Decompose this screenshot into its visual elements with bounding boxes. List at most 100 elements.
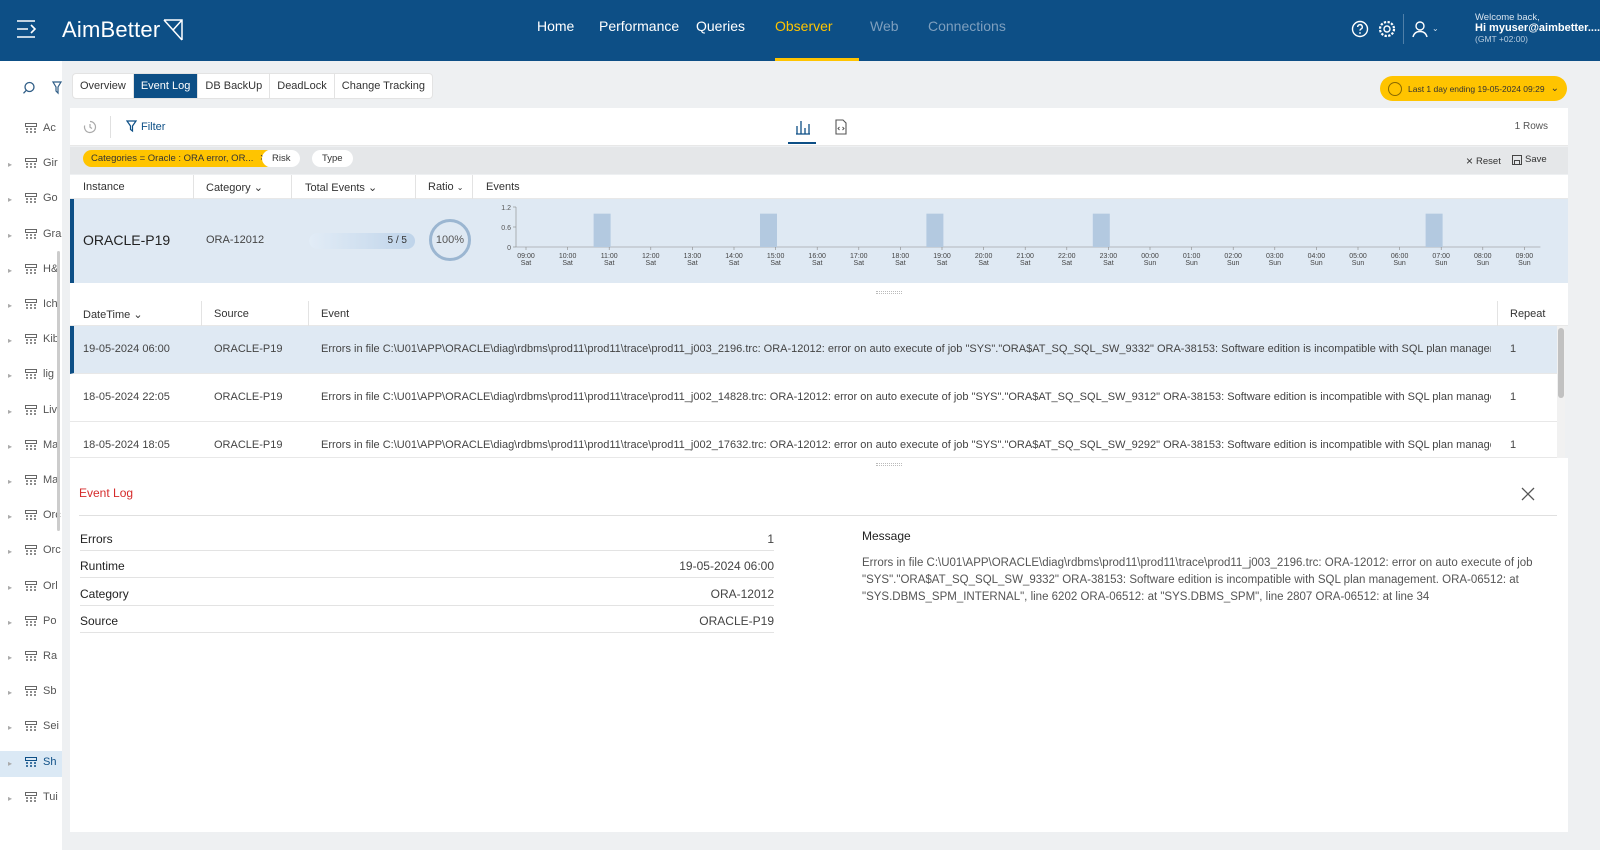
top-bar: AimBetter Home Performance Queries Obser… <box>0 0 1600 61</box>
sidebar-item[interactable]: ▸ Liv <box>0 399 62 425</box>
sidebar-item[interactable]: ▸ Gir <box>0 152 62 178</box>
sidebar-item[interactable]: ▸ Go <box>0 187 62 213</box>
events-scrollbar[interactable] <box>1557 326 1565 458</box>
sidebar-item[interactable]: ▸ Po <box>0 610 62 636</box>
type-filter-chip[interactable]: Type <box>312 150 353 167</box>
sidebar-item[interactable]: ▸ Orl <box>0 575 62 601</box>
sidebar-item[interactable]: ▸ Gra <box>0 223 62 249</box>
sidebar-item-label: Gir <box>43 157 58 170</box>
sidebar-item[interactable]: ▸ Tui <box>0 786 62 812</box>
col-ratio[interactable]: Ratio ⌄ <box>428 181 463 193</box>
sidebar-scrollbar[interactable] <box>57 251 60 531</box>
event-text: Errors in file C:\U01\APP\ORACLE\diag\rd… <box>321 439 1491 451</box>
instance-summary-row[interactable]: ORACLE-P19 ORA-12012 5 / 5 100% 1.2 0.6 0 0… <box>70 199 1568 283</box>
tab-overview[interactable]: Overview <box>73 74 134 98</box>
event-row[interactable]: 19-05-2024 06:00 ORACLE-P19 Errors in fi… <box>70 326 1557 374</box>
code-view-icon[interactable] <box>833 119 849 135</box>
expand-arrow-icon[interactable]: ▸ <box>8 371 12 380</box>
expand-arrow-icon[interactable]: ▸ <box>8 477 12 486</box>
expand-arrow-icon[interactable]: ▸ <box>8 160 12 169</box>
col-datetime[interactable]: DateTime ⌄ <box>83 308 143 321</box>
event-datetime: 18-05-2024 22:05 <box>83 391 170 403</box>
col-total-events[interactable]: Total Events ⌄ <box>305 181 377 194</box>
user-menu-chevron-icon[interactable]: ⌄ <box>1432 24 1439 33</box>
nav-queries[interactable]: Queries <box>696 18 745 34</box>
events-scrollbar-thumb[interactable] <box>1558 328 1564 398</box>
tab-deadlock[interactable]: DeadLock <box>270 74 335 98</box>
sidebar-item[interactable]: ▸ Sh <box>0 750 62 777</box>
expand-arrow-icon[interactable]: ▸ <box>8 794 12 803</box>
sidebar-item[interactable]: ▸ Orc <box>0 539 62 565</box>
sidebar-item-label: Ich <box>43 298 58 310</box>
sidebar-item[interactable]: ▸ Ma <box>0 434 62 460</box>
help-icon[interactable] <box>1350 19 1370 39</box>
nav-web[interactable]: Web <box>870 18 899 34</box>
event-row[interactable]: 18-05-2024 18:05 ORACLE-P19 Errors in fi… <box>70 422 1557 458</box>
search-icon[interactable] <box>22 81 36 95</box>
expand-arrow-icon[interactable]: ▸ <box>8 407 12 416</box>
tab-event-log[interactable]: Event Log <box>133 74 199 98</box>
expand-arrow-icon[interactable]: ▸ <box>8 266 12 275</box>
expand-arrow-icon[interactable]: ▸ <box>8 195 12 204</box>
close-icon[interactable] <box>1520 486 1536 502</box>
sidebar-item[interactable]: ▸ Ma <box>0 469 62 495</box>
expand-arrow-icon[interactable]: ▸ <box>8 759 12 768</box>
nav-home[interactable]: Home <box>537 18 574 34</box>
time-range-button[interactable]: Last 1 day ending 19-05-2024 09:29 ⌄ <box>1380 76 1567 101</box>
sidebar-item[interactable]: ▸ Sei <box>0 715 62 741</box>
sidebar-item[interactable]: ▸ Sb <box>0 680 62 706</box>
col-instance[interactable]: Instance <box>83 181 125 193</box>
expand-arrow-icon[interactable]: ▸ <box>8 442 12 451</box>
col-repeat[interactable]: Repeat <box>1510 308 1545 320</box>
tab-change-tracking[interactable]: Change Tracking <box>335 74 432 98</box>
tab-db-backup[interactable]: DB BackUp <box>198 74 271 98</box>
filter-icon[interactable] <box>52 81 62 95</box>
settings-gear-icon[interactable] <box>1377 19 1397 39</box>
sidebar-item[interactable]: Ac <box>0 117 62 143</box>
sidebar-item[interactable]: ▸ H& <box>0 258 62 284</box>
user-avatar-icon[interactable] <box>1410 19 1430 39</box>
expand-arrow-icon[interactable]: ▸ <box>8 336 12 345</box>
user-welcome[interactable]: Welcome back, Hi myuser@aimbetter.... (G… <box>1475 12 1600 45</box>
chart-view-icon[interactable] <box>795 119 811 135</box>
detail-splitter[interactable] <box>70 458 1568 472</box>
logo[interactable]: AimBetter <box>62 17 184 43</box>
sidebar-item[interactable]: ▸ lig <box>0 363 62 389</box>
expand-arrow-icon[interactable]: ▸ <box>8 512 12 521</box>
event-row[interactable]: 18-05-2024 22:05 ORACLE-P19 Errors in fi… <box>70 374 1557 422</box>
col-source[interactable]: Source <box>214 308 249 320</box>
sidebar-item[interactable]: ▸ Orc <box>0 504 62 530</box>
sidebar-item[interactable]: ▸ Ich <box>0 293 62 319</box>
reset-button[interactable]: × Reset <box>1466 154 1501 168</box>
pane-splitter[interactable] <box>70 283 1568 301</box>
risk-filter-chip[interactable]: Risk <box>262 150 301 167</box>
filter-button[interactable]: Filter <box>126 120 165 133</box>
expand-arrow-icon[interactable]: ▸ <box>8 723 12 732</box>
splitter-grip[interactable] <box>876 291 902 294</box>
save-button[interactable]: Save <box>1512 154 1547 165</box>
expand-arrow-icon[interactable]: ▸ <box>8 653 12 662</box>
col-event[interactable]: Event <box>321 308 349 320</box>
category-filter-chip[interactable]: Categories = Oracle : ORA error, OR... × <box>83 150 275 167</box>
nav-connections[interactable]: Connections <box>928 18 1006 34</box>
expand-arrow-icon[interactable]: ▸ <box>8 583 12 592</box>
expand-arrow-icon[interactable]: ▸ <box>8 231 12 240</box>
splitter-grip[interactable] <box>876 463 902 466</box>
x-tick-day-label: Sun <box>1185 260 1198 267</box>
sort-chevron-icon: ⌄ <box>456 183 464 192</box>
expand-arrow-icon[interactable]: ▸ <box>8 547 12 556</box>
nav-observer[interactable]: Observer <box>775 18 833 34</box>
x-tick-label: 03:00 <box>1266 253 1284 260</box>
col-category[interactable]: Category ⌄ <box>206 181 263 194</box>
nav-performance[interactable]: Performance <box>599 18 679 34</box>
expand-arrow-icon[interactable]: ▸ <box>8 618 12 627</box>
sidebar-item[interactable]: ▸ Ra <box>0 645 62 671</box>
x-tick-label: 09:00 <box>1516 253 1534 260</box>
history-icon[interactable] <box>83 120 97 134</box>
expand-arrow-icon[interactable]: ▸ <box>8 301 12 310</box>
x-tick-label: 04:00 <box>1308 253 1326 260</box>
sidebar-item[interactable]: ▸ Kib <box>0 328 62 354</box>
x-tick-day-label: Sat <box>729 260 740 267</box>
menu-collapse-icon[interactable] <box>16 19 38 39</box>
expand-arrow-icon[interactable]: ▸ <box>8 688 12 697</box>
